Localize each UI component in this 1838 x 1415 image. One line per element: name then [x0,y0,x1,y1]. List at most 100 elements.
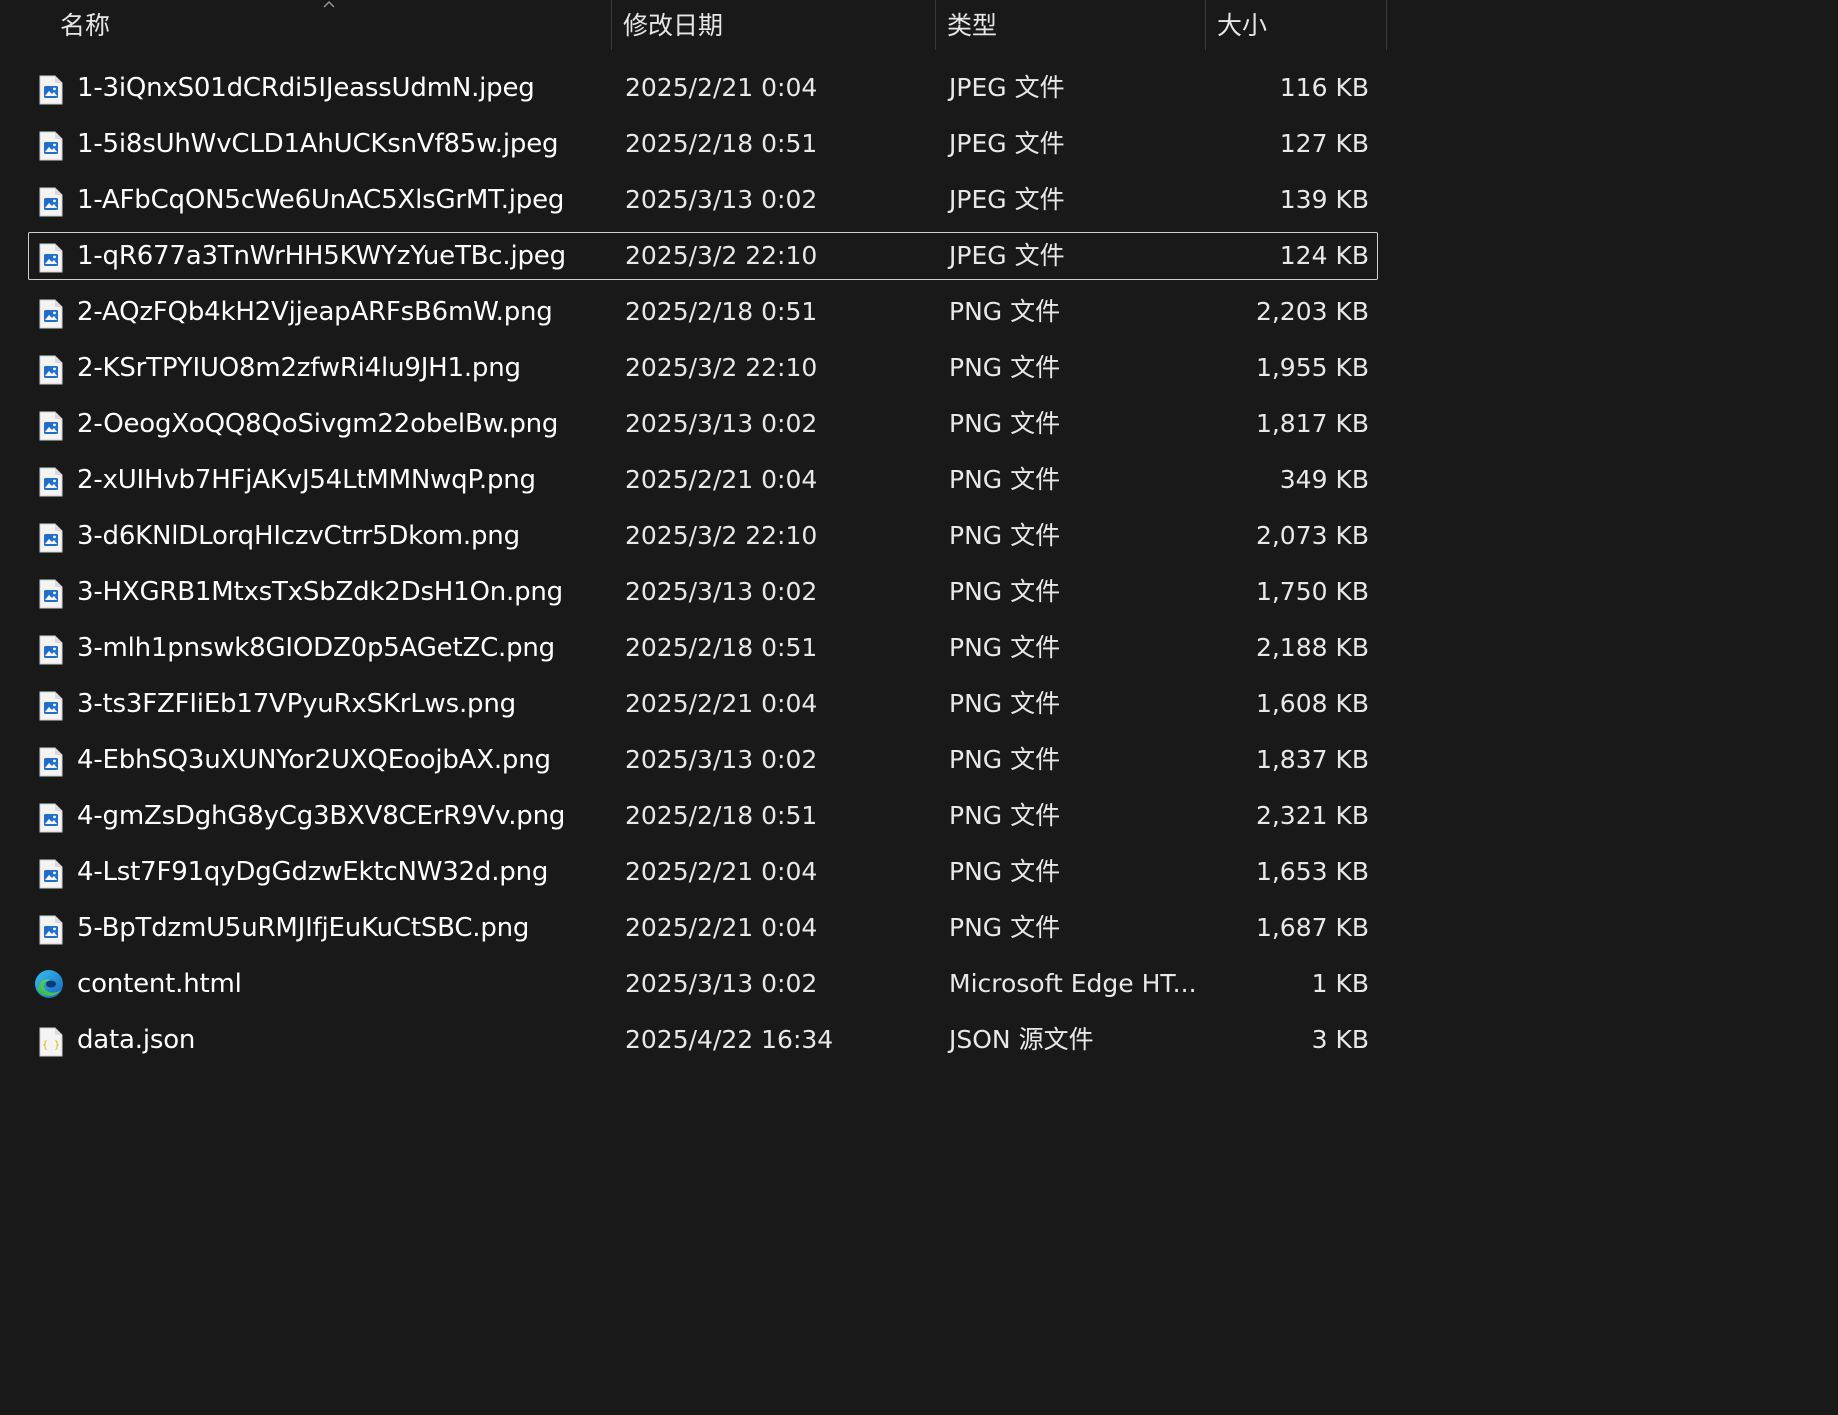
file-modified-date: 2025/3/2 22:10 [625,521,818,550]
file-size: 1,750 KB [1255,577,1369,606]
image-file-icon [38,299,64,329]
file-modified-date: 2025/3/13 0:02 [625,409,818,438]
file-name: 5-BpTdzmU5uRMJIfjEuKuCtSBC.png [77,913,530,943]
file-modified-date: 2025/3/13 0:02 [625,185,818,214]
file-row[interactable]: 1-5i8sUhWvCLD1AhUCKsnVf85w.jpeg 2025/2/18… [28,120,1378,168]
file-type: JPEG 文件 [949,241,1065,270]
file-type: PNG 文件 [949,465,1061,494]
file-name: 3-HXGRB1MtxsTxSbZdk2DsH1On.png [77,577,563,607]
file-modified-date: 2025/3/13 0:02 [625,745,818,774]
file-type: PNG 文件 [949,689,1061,718]
file-modified-date: 2025/2/21 0:04 [625,857,818,886]
file-row[interactable]: 1-3iQnxS01dCRdi5IJeassUdmN.jpeg 2025/2/21… [28,64,1378,112]
file-modified-date: 2025/2/18 0:51 [625,129,818,158]
image-file-icon [38,411,64,441]
file-modified-date: 2025/3/2 22:10 [625,241,818,270]
file-type: PNG 文件 [949,353,1061,382]
file-size: 1,687 KB [1255,913,1369,942]
file-modified-date: 2025/2/21 0:04 [625,913,818,942]
file-type: PNG 文件 [949,409,1061,438]
file-modified-date: 2025/4/22 16:34 [625,1025,834,1054]
file-name: 4-gmZsDghG8yCg3BXV8CErR9Vv.png [77,801,566,831]
file-size: 139 KB [1279,185,1369,214]
file-size: 1,653 KB [1255,857,1369,886]
column-divider[interactable] [1386,0,1387,50]
file-name: 4-Lst7F91qyDgGdzwEktcNW32d.png [77,857,549,887]
file-size: 1,955 KB [1255,353,1369,382]
file-row[interactable]: 4-EbhSQ3uXUNYor2UXQEoojbAX.png 2025/3/13 … [28,736,1378,784]
image-file-icon [38,75,64,105]
file-size: 2,321 KB [1255,801,1369,830]
file-size: 349 KB [1279,465,1369,494]
file-type: JPEG 文件 [949,73,1065,102]
image-file-icon [38,803,64,833]
file-size: 2,073 KB [1255,521,1369,550]
file-name: 3-mlh1pnswk8GIODZ0p5AGetZC.png [77,633,555,663]
file-row[interactable]: 4-Lst7F91qyDgGdzwEktcNW32d.png 2025/2/21 … [28,848,1378,896]
file-name: 4-EbhSQ3uXUNYor2UXQEoojbAX.png [77,745,551,775]
file-size: 2,203 KB [1255,297,1369,326]
column-header-date[interactable]: 修改日期 [611,0,935,50]
file-size: 116 KB [1279,73,1369,102]
file-row[interactable]: 5-BpTdzmU5uRMJIfjEuKuCtSBC.png 2025/2/21 … [28,904,1378,952]
file-type: PNG 文件 [949,633,1061,662]
file-modified-date: 2025/2/21 0:04 [625,465,818,494]
image-file-icon [38,635,64,665]
file-modified-date: 2025/2/18 0:51 [625,633,818,662]
file-name: 2-KSrTPYIUO8m2zfwRi4lu9JH1.png [77,353,521,383]
file-type: Microsoft Edge HT... [949,969,1197,998]
file-modified-date: 2025/2/21 0:04 [625,689,818,718]
image-file-icon [38,579,64,609]
file-size: 1,817 KB [1255,409,1369,438]
image-file-icon [38,915,64,945]
file-size: 1,837 KB [1255,745,1369,774]
image-file-icon [38,355,64,385]
image-file-icon [38,747,64,777]
file-row[interactable]: 3-mlh1pnswk8GIODZ0p5AGetZC.png 2025/2/18 … [28,624,1378,672]
file-row[interactable]: 4-gmZsDghG8yCg3BXV8CErR9Vv.png 2025/2/18 … [28,792,1378,840]
file-row[interactable]: 2-KSrTPYIUO8m2zfwRi4lu9JH1.png 2025/3/2 2… [28,344,1378,392]
file-row[interactable]: 1-AFbCqON5cWe6UnAC5XlsGrMT.jpeg 2025/3/13… [28,176,1378,224]
file-modified-date: 2025/3/13 0:02 [625,577,818,606]
file-row[interactable]: 2-OeogXoQQ8QoSivgm22obelBw.png 2025/3/13 … [28,400,1378,448]
file-row[interactable]: 2-AQzFQb4kH2VjjeapARFsB6mW.png 2025/2/18 … [28,288,1378,336]
file-type: PNG 文件 [949,521,1061,550]
file-row[interactable]: 3-ts3FZFIiEb17VPyuRxSKrLws.png 2025/2/21 … [28,680,1378,728]
file-size: 1 KB [1311,969,1369,998]
file-size: 127 KB [1279,129,1369,158]
file-name: 2-OeogXoQQ8QoSivgm22obelBw.png [77,409,559,439]
file-row[interactable]: { } data.json 2025/4/22 16:34 JSON 源文件 3 KB [28,1016,1378,1064]
file-name: 2-xUIHvb7HFjAKvJ54LtMMNwqP.png [77,465,536,495]
column-header-type[interactable]: 类型 [935,0,1205,50]
file-modified-date: 2025/3/13 0:02 [625,969,818,998]
file-modified-date: 2025/2/21 0:04 [625,73,818,102]
file-name: 1-5i8sUhWvCLD1AhUCKsnVf85w.jpeg [77,129,559,159]
file-row[interactable]: 3-d6KNlDLorqHIczvCtrr5Dkom.png 2025/3/2 2… [28,512,1378,560]
image-file-icon [38,859,64,889]
file-modified-date: 2025/2/18 0:51 [625,801,818,830]
file-modified-date: 2025/2/18 0:51 [625,297,818,326]
file-name: 1-qR677a3TnWrHH5KWYzYueTBc.jpeg [77,241,566,271]
file-type: JPEG 文件 [949,185,1065,214]
image-file-icon [38,187,64,217]
file-row[interactable]: 3-HXGRB1MtxsTxSbZdk2DsH1On.png 2025/3/13 … [28,568,1378,616]
column-header-size[interactable]: 大小 [1205,0,1386,50]
column-header-bar: 名称 修改日期 类型 大小 [0,0,1387,50]
image-file-icon [38,131,64,161]
file-type: PNG 文件 [949,297,1061,326]
file-type: PNG 文件 [949,801,1061,830]
file-row[interactable]: content.html 2025/3/13 0:02 Microsoft Edge… [28,960,1378,1008]
file-name: 3-d6KNlDLorqHIczvCtrr5Dkom.png [77,521,520,551]
file-type: PNG 文件 [949,857,1061,886]
file-name: 1-3iQnxS01dCRdi5IJeassUdmN.jpeg [77,73,535,103]
file-name: 1-AFbCqON5cWe6UnAC5XlsGrMT.jpeg [77,185,565,215]
file-row[interactable]: 2-xUIHvb7HFjAKvJ54LtMMNwqP.png 2025/2/21 … [28,456,1378,504]
file-name: 2-AQzFQb4kH2VjjeapARFsB6mW.png [77,297,553,327]
image-file-icon [38,691,64,721]
svg-text:{ }: { } [42,1040,60,1051]
file-size: 2,188 KB [1255,633,1369,662]
file-type: JPEG 文件 [949,129,1065,158]
file-row[interactable]: 1-qR677a3TnWrHH5KWYzYueTBc.jpeg 2025/3/2 … [28,232,1378,280]
file-name: 3-ts3FZFIiEb17VPyuRxSKrLws.png [77,689,516,719]
edge-browser-icon [35,970,64,1001]
